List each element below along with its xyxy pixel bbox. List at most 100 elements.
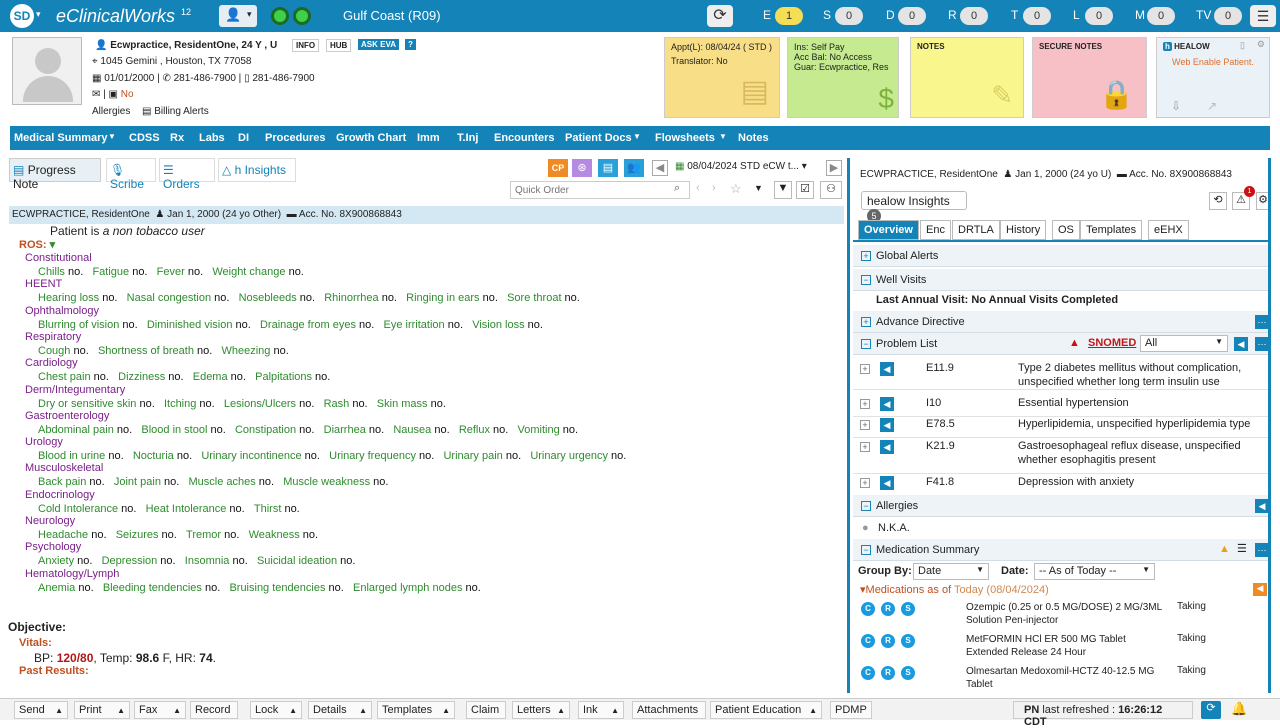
problem-row[interactable]: + ◀ E78.5 Hyperlipidemia, unspecified hyper… — [853, 416, 1268, 438]
back-arrow-icon[interactable]: ◀ — [1253, 583, 1267, 596]
nav-growth-chart[interactable]: Growth Chart — [336, 132, 406, 144]
ros-symptom[interactable]: Urinary urgency — [530, 450, 608, 462]
ros-symptom[interactable]: Headache — [38, 529, 88, 541]
back-arrow-icon[interactable]: ‹ — [696, 182, 700, 194]
bottom-button-attachments[interactable]: Attachments — [632, 701, 706, 719]
tab-overview[interactable]: Overview — [858, 220, 919, 240]
patient-phone-1[interactable]: 281-486-7900 — [174, 73, 236, 84]
nav-patient-docs[interactable]: Patient Docs — [565, 132, 632, 144]
ros-symptom[interactable]: Muscle weakness — [283, 476, 370, 488]
ros-symptom[interactable]: Chills — [38, 266, 65, 278]
ros-category[interactable]: HEENT — [25, 278, 62, 290]
bottom-button-patient-education[interactable]: Patient Education ▲ — [710, 701, 822, 719]
problem-description[interactable]: Hyperlipidemia, unspecified hyperlipidem… — [1018, 417, 1263, 431]
ros-symptom[interactable]: Enlarged lymph nodes — [353, 582, 462, 594]
problem-filter-select[interactable]: All ▼ — [1140, 335, 1228, 352]
ros-symptom[interactable]: Fatigue — [92, 266, 129, 278]
nav-imm[interactable]: Imm — [417, 132, 440, 144]
chevron-up-icon[interactable]: ▲ — [809, 706, 817, 715]
ros-symptom[interactable]: Back pain — [38, 476, 86, 488]
ros-symptom[interactable]: Nosebleeds — [239, 292, 297, 304]
bottom-button-fax[interactable]: Fax ▲ — [134, 701, 186, 719]
ros-category[interactable]: Psychology — [25, 541, 81, 553]
ros-symptom[interactable]: Ringing in ears — [406, 292, 479, 304]
hub-button[interactable]: HUB — [326, 39, 352, 52]
med-action-s-icon[interactable]: S — [901, 634, 915, 648]
user-badge[interactable]: SD — [10, 4, 34, 28]
status-dot-1[interactable] — [271, 7, 289, 25]
nav-encounters[interactable]: Encounters — [494, 132, 555, 144]
settings-gear-icon[interactable]: ⚙ — [1257, 39, 1265, 50]
tab-insights[interactable]: △ h Insights — [218, 158, 296, 182]
ros-category[interactable]: Respiratory — [25, 331, 81, 343]
ros-symptom[interactable]: Suicidal ideation — [257, 555, 337, 567]
ros-category[interactable]: Cardiology — [25, 357, 78, 369]
back-arrow-icon[interactable]: ◀ — [880, 362, 894, 376]
ros-symptom[interactable]: Itching — [164, 398, 196, 410]
ros-category[interactable]: Hematology/Lymph — [25, 568, 119, 580]
ros-symptom[interactable]: Rhinorrhea — [324, 292, 378, 304]
ros-category[interactable]: Neurology — [25, 515, 75, 527]
tab-progress-note[interactable]: ▤ Progress Note — [9, 158, 101, 191]
patient-name[interactable]: Ecwpractice, ResidentOne — [110, 40, 236, 51]
problem-row[interactable]: + ◀ E11.9 Type 2 diabetes mellitus without … — [853, 360, 1268, 390]
nav-rx[interactable]: Rx — [170, 132, 184, 144]
encounter-selector[interactable]: ▦ 08/04/2024 STD eCW t... ▾ — [675, 161, 807, 172]
back-arrow-icon[interactable]: ◀ — [880, 440, 894, 454]
ros-symptom[interactable]: Depression — [102, 555, 158, 567]
billing-alerts-link[interactable]: ▤ Billing Alerts — [142, 106, 209, 117]
bottom-button-pdmp[interactable]: PDMP — [830, 701, 872, 719]
jellybean-count-5[interactable]: 0 — [1085, 7, 1113, 25]
ros-heading[interactable]: ROS: ▾ — [19, 238, 55, 251]
refresh-icon[interactable]: ⟳ — [707, 5, 733, 27]
next-encounter-button[interactable]: ▶ — [826, 160, 842, 176]
tab-history[interactable]: History — [1000, 220, 1047, 240]
ros-symptom[interactable]: Blood in stool — [141, 424, 207, 436]
info-button[interactable]: INFO — [292, 39, 320, 52]
well-visits-section[interactable]: − Well Visits — [853, 269, 1271, 291]
jellybean-count-6[interactable]: 0 — [1147, 7, 1175, 25]
nav-labs[interactable]: Labs — [199, 132, 225, 144]
ros-symptom[interactable]: Lesions/Ulcers — [224, 398, 296, 410]
jellybean-count-2[interactable]: 0 — [898, 7, 926, 25]
medication-name[interactable]: Ozempic (0.25 or 0.5 MG/DOSE) 2 MG/3ML S… — [966, 601, 1166, 627]
jellybean-count-3[interactable]: 0 — [960, 7, 988, 25]
ros-symptom[interactable]: Constipation — [235, 424, 296, 436]
refresh-icon[interactable]: ⟳ — [1201, 701, 1221, 719]
ros-symptom[interactable]: Nocturia — [133, 450, 174, 462]
ros-symptom[interactable]: Edema — [193, 371, 228, 383]
ros-symptom[interactable]: Abdominal pain — [38, 424, 114, 436]
med-action-r-icon[interactable]: R — [881, 666, 895, 680]
bottom-button-claim[interactable]: Claim — [466, 701, 506, 719]
jellybean-count-0[interactable]: 1 — [775, 7, 803, 25]
ros-symptom[interactable]: Heat Intolerance — [146, 503, 227, 515]
ros-symptom[interactable]: Palpitations — [255, 371, 312, 383]
medication-name[interactable]: MetFORMIN HCl ER 500 MG Tablet Extended … — [966, 633, 1166, 659]
ros-symptom[interactable]: Eye irritation — [384, 319, 445, 331]
nav-tinj[interactable]: T.Inj — [457, 132, 478, 144]
expand-icon[interactable]: + — [860, 399, 870, 409]
panel-divider[interactable] — [847, 158, 850, 693]
nav-medical-summary[interactable]: Medical Summary — [14, 132, 108, 144]
ros-category[interactable]: Musculoskeletal — [25, 462, 103, 474]
share-icon[interactable]: ↗ — [1207, 99, 1217, 113]
ros-symptom[interactable]: Sore throat — [507, 292, 561, 304]
ros-symptom[interactable]: Muscle aches — [188, 476, 255, 488]
prev-encounter-button[interactable]: ◀ — [652, 160, 668, 176]
med-action-c-icon[interactable]: C — [861, 602, 875, 616]
med-action-s-icon[interactable]: S — [901, 666, 915, 680]
tab-os[interactable]: OS — [1052, 220, 1080, 240]
ros-symptom[interactable]: Bruising tendencies — [229, 582, 325, 594]
jellybean-count-4[interactable]: 0 — [1023, 7, 1051, 25]
menu-icon[interactable]: ☰ — [1250, 5, 1276, 27]
quick-order-input[interactable] — [510, 181, 690, 199]
chevron-up-icon[interactable]: ▲ — [117, 706, 125, 715]
bottom-button-details[interactable]: Details ▲ — [308, 701, 372, 719]
star-icon[interactable]: ☆ — [730, 181, 742, 197]
ros-symptom[interactable]: Chest pain — [38, 371, 91, 383]
ros-symptom[interactable]: Wheezing — [222, 345, 271, 357]
advance-directive-section[interactable]: + Advance Directive ⋯ — [853, 311, 1271, 333]
ros-symptom[interactable]: Weight change — [212, 266, 285, 278]
chevron-down-icon[interactable]: ▼ — [108, 132, 116, 141]
more-icon[interactable]: ⋯ — [1255, 543, 1269, 557]
